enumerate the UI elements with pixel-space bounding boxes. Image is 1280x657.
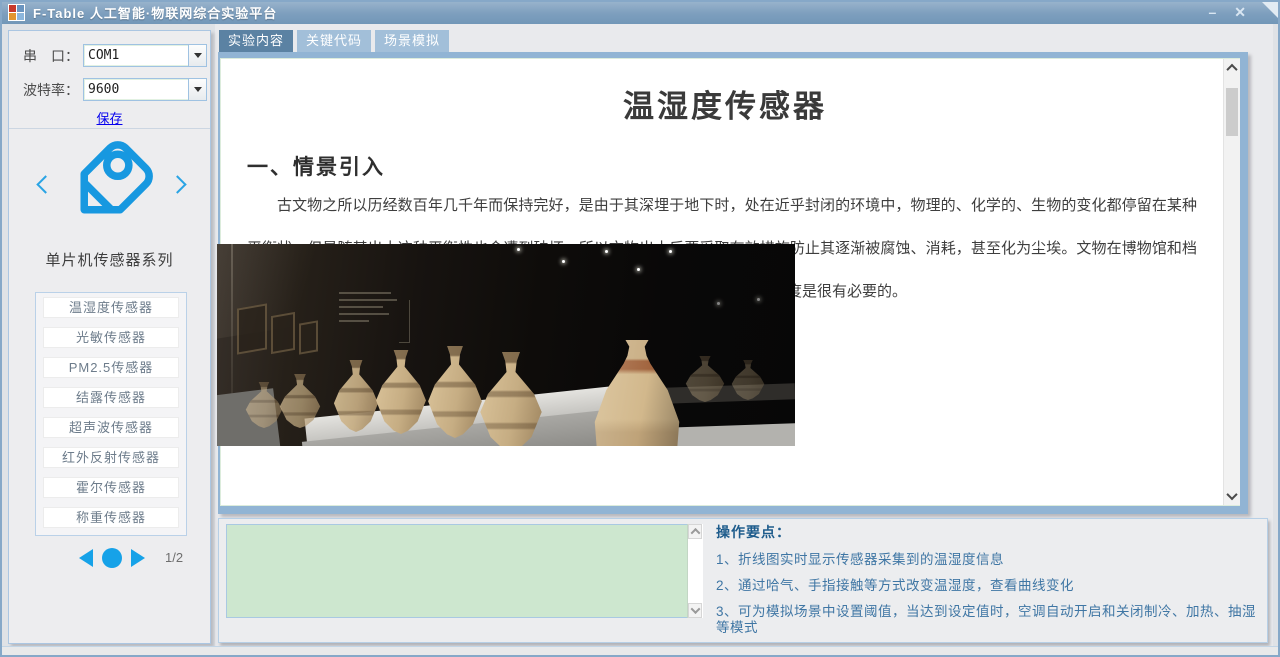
app-logo-icon <box>8 4 25 21</box>
window-controls: – ✕ <box>1208 0 1246 24</box>
close-button[interactable]: ✕ <box>1234 1 1246 23</box>
photo-wall-frame <box>237 303 267 354</box>
titlebar: F-Table 人工智能·物联网综合实验平台 – ✕ <box>0 0 1280 24</box>
log-textarea[interactable] <box>226 524 702 618</box>
section-heading: 一、情景引入 <box>247 151 1239 181</box>
status-bar <box>2 646 1278 655</box>
chevron-down-icon <box>194 53 202 58</box>
chevron-down-icon <box>1226 489 1237 500</box>
baud-rate-select[interactable]: 9600 <box>83 78 207 101</box>
sidebar: 串 口： COM1 波特率： 9600 保存 单片机传感器系列 温湿度传感器 光… <box>8 30 211 644</box>
pager-page-indicator: 1/2 <box>165 550 183 565</box>
sensor-button-ultrasonic[interactable]: 超声波传感器 <box>43 417 179 438</box>
tab-experiment-content[interactable]: 实验内容 <box>219 30 293 52</box>
pager-dot-icon[interactable] <box>102 548 122 568</box>
sensor-button-hall[interactable]: 霍尔传感器 <box>43 477 179 498</box>
pager-prev-icon[interactable] <box>79 549 93 567</box>
scroll-up-button[interactable] <box>1224 59 1240 77</box>
photo-light-dot <box>517 248 520 251</box>
window-title: F-Table 人工智能·物联网综合实验平台 <box>33 3 277 22</box>
photo-light-dot <box>757 298 760 301</box>
scroll-up-button[interactable] <box>688 524 702 539</box>
sensor-button-light[interactable]: 光敏传感器 <box>43 327 179 348</box>
sensor-button-dew[interactable]: 结露传感器 <box>43 387 179 408</box>
serial-port-value: COM1 <box>84 48 188 63</box>
chevron-down-icon <box>194 87 202 92</box>
photo-light-dot <box>562 260 565 263</box>
baud-rate-dropdown-button[interactable] <box>188 79 206 100</box>
sensor-button-temp-humidity[interactable]: 温湿度传感器 <box>43 297 179 318</box>
carousel-next-icon[interactable] <box>168 175 186 193</box>
content-scrollbar[interactable] <box>1223 59 1240 505</box>
photo-light-dot <box>717 302 720 305</box>
tip-item-3: 3、可为模拟场景中设置阈值，当达到设定值时，空调自动开启和关闭制冷、加热、抽湿等… <box>716 604 1264 636</box>
divider <box>9 128 210 129</box>
tab-scene-simulation[interactable]: 场景模拟 <box>375 30 449 52</box>
document-title: 温湿度传感器 <box>241 81 1209 126</box>
exhibit-photo <box>217 244 795 446</box>
log-scrollbar[interactable] <box>687 524 703 618</box>
photo-light-dot <box>637 268 640 271</box>
baud-rate-row: 波特率： 9600 <box>23 78 207 101</box>
corner-fold-decoration <box>1260 0 1280 20</box>
tab-bar: 实验内容 关键代码 场景模拟 <box>219 30 449 52</box>
photo-wall-frame <box>299 320 318 354</box>
sensor-list-panel: 温湿度传感器 光敏传感器 PM2.5传感器 结露传感器 超声波传感器 红外反射传… <box>35 292 187 536</box>
photo-light-dot <box>605 250 608 253</box>
sensor-button-pm25[interactable]: PM2.5传感器 <box>43 357 179 378</box>
sensor-button-weight[interactable]: 称重传感器 <box>43 507 179 528</box>
operation-tips: 操作要点： 1、折线图实时显示传感器采集到的温湿度信息 2、通过哈气、手指接触等… <box>716 522 1264 636</box>
tips-title: 操作要点： <box>716 522 1264 542</box>
pager-next-icon[interactable] <box>131 549 145 567</box>
save-link[interactable]: 保存 <box>9 108 210 127</box>
chevron-up-icon <box>1226 64 1237 75</box>
minimize-button[interactable]: – <box>1208 1 1216 23</box>
scroll-down-button[interactable] <box>1224 487 1240 505</box>
photo-wall-text <box>339 292 397 327</box>
photo-light-dot <box>669 250 672 253</box>
photo-wall-frame <box>271 312 295 354</box>
chevron-down-icon <box>690 604 700 614</box>
carousel-prev-icon[interactable] <box>36 175 54 193</box>
photo-wall-text-bracket <box>399 300 410 343</box>
tip-item-1: 1、折线图实时显示传感器采集到的温湿度信息 <box>716 552 1264 568</box>
scroll-down-button[interactable] <box>688 603 702 618</box>
tag-icon <box>57 131 163 237</box>
sensor-pager: 1/2 <box>9 544 210 574</box>
baud-rate-value: 9600 <box>84 82 188 97</box>
baud-rate-label: 波特率： <box>23 80 83 100</box>
serial-port-select[interactable]: COM1 <box>83 44 207 67</box>
serial-port-row: 串 口： COM1 <box>23 44 207 67</box>
serial-port-dropdown-button[interactable] <box>188 45 206 66</box>
serial-port-label: 串 口： <box>23 46 83 66</box>
tip-item-2: 2、通过哈气、手指接触等方式改变温湿度，查看曲线变化 <box>716 578 1264 594</box>
sensor-category-label: 单片机传感器系列 <box>9 249 210 270</box>
bottom-panel: 操作要点： 1、折线图实时显示传感器采集到的温湿度信息 2、通过哈气、手指接触等… <box>218 518 1268 643</box>
sensor-button-infrared[interactable]: 红外反射传感器 <box>43 447 179 468</box>
tab-key-code[interactable]: 关键代码 <box>297 30 371 52</box>
scrollbar-thumb[interactable] <box>1226 88 1238 136</box>
chevron-up-icon <box>690 528 700 538</box>
